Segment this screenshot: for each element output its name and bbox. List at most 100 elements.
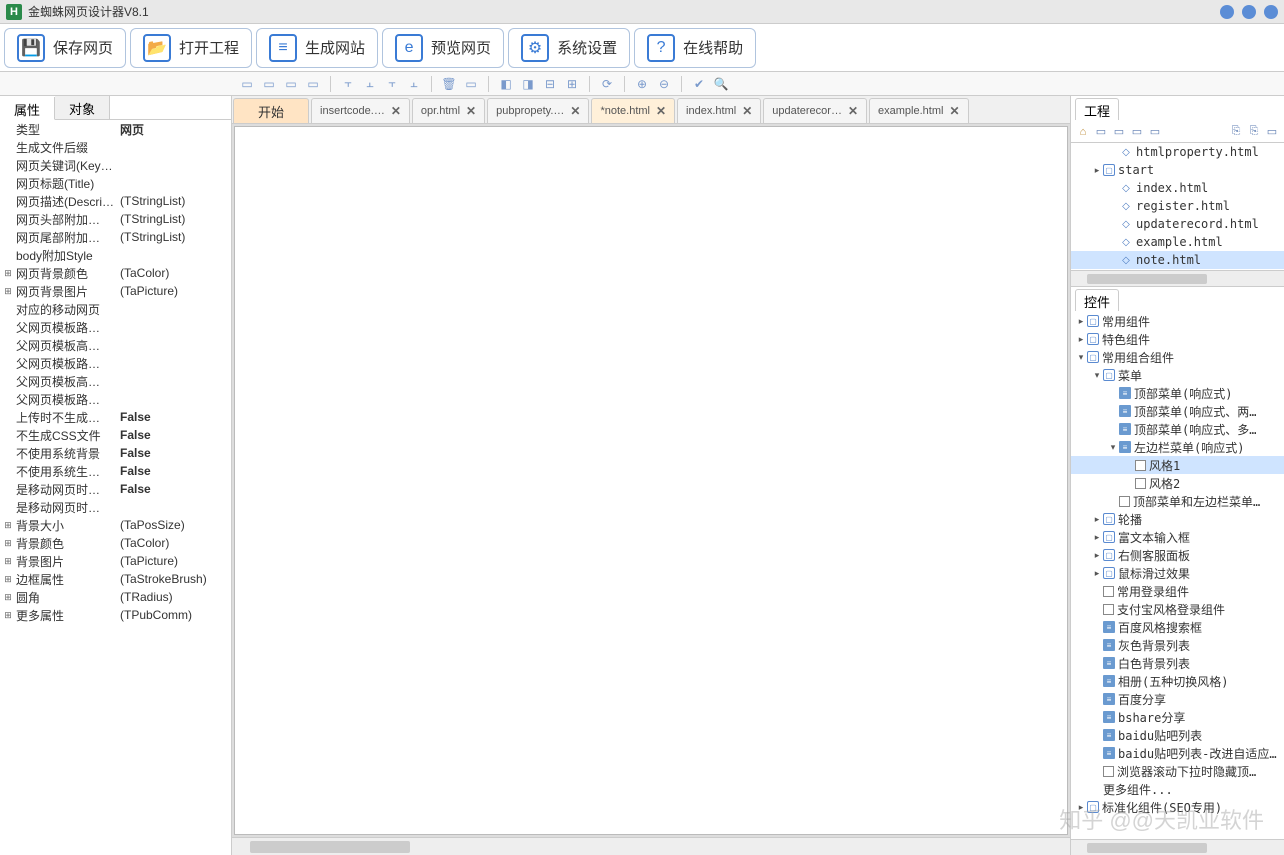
expand-icon[interactable]: ▸ — [1075, 334, 1087, 345]
tree-item[interactable]: ▸▢标准化组件(SEO专用) — [1071, 798, 1284, 816]
file-tab[interactable]: updaterecor…✕ — [763, 98, 867, 123]
tree-item[interactable]: ≡灰色背景列表 — [1071, 636, 1284, 654]
tool-icon[interactable]: ⟳ — [598, 76, 616, 92]
tab-objects[interactable]: 对象 — [55, 96, 110, 119]
property-row[interactable]: 类型网页 — [0, 120, 231, 138]
expand-icon[interactable]: ⊞ — [2, 268, 14, 279]
property-row[interactable]: 网页标题(Title) — [0, 174, 231, 192]
tree-item[interactable]: ≡顶部菜单(响应式、两… — [1071, 402, 1284, 420]
tree-item[interactable]: ▾▢常用组合组件 — [1071, 348, 1284, 366]
property-value[interactable]: 网页 — [118, 121, 229, 138]
tree-item[interactable]: ▸▢轮播 — [1071, 510, 1284, 528]
tree-item[interactable]: ≡baidu贴吧列表 — [1071, 726, 1284, 744]
property-value[interactable]: (TRadius) — [118, 590, 229, 604]
property-row[interactable]: ⊞背景大小(TaPosSize) — [0, 516, 231, 534]
expand-icon[interactable]: ▾ — [1075, 352, 1087, 363]
property-row[interactable]: ⊞圆角(TRadius) — [0, 588, 231, 606]
tool-icon[interactable]: ⊕ — [633, 76, 651, 92]
toolbar-button-3[interactable]: e预览网页 — [382, 28, 504, 68]
tree-item[interactable]: ◇updaterecord.html — [1071, 215, 1284, 233]
tree-item[interactable]: ◇htmlproperty.html — [1071, 143, 1284, 161]
minimize-button[interactable] — [1220, 5, 1234, 19]
delete-icon[interactable]: 🗑 — [440, 76, 458, 92]
close-icon[interactable]: ✕ — [466, 104, 476, 118]
align-left-icon[interactable]: ⫟ — [339, 76, 357, 92]
tree-item[interactable]: ▸▢富文本输入框 — [1071, 528, 1284, 546]
expand-icon[interactable]: ⊞ — [2, 592, 14, 603]
property-row[interactable]: 父网页模板高… — [0, 336, 231, 354]
toolbar-button-1[interactable]: 📂打开工程 — [130, 28, 252, 68]
property-row[interactable]: 网页头部附加…(TStringList) — [0, 210, 231, 228]
close-button[interactable] — [1264, 5, 1278, 19]
property-row[interactable]: 是移动网页时…False — [0, 480, 231, 498]
property-row[interactable]: body附加Style — [0, 246, 231, 264]
expand-icon[interactable]: ▸ — [1091, 568, 1103, 579]
file-tab[interactable]: insertcode.…✕ — [311, 98, 410, 123]
tree-item[interactable]: ◇register.html — [1071, 197, 1284, 215]
tree-item[interactable]: ≡白色背景列表 — [1071, 654, 1284, 672]
new-page-icon[interactable]: ▭ — [1093, 124, 1109, 140]
tool-icon[interactable]: ▭ — [462, 76, 480, 92]
close-icon[interactable]: ✕ — [391, 104, 401, 118]
property-value[interactable]: False — [118, 428, 229, 442]
controls-panel-title[interactable]: 控件 — [1075, 289, 1119, 311]
tree-item[interactable]: ≡百度分享 — [1071, 690, 1284, 708]
tool-icon[interactable]: ⊖ — [655, 76, 673, 92]
expand-icon[interactable]: ▸ — [1091, 532, 1103, 543]
property-row[interactable]: 父网页模板高… — [0, 372, 231, 390]
file-tab[interactable]: index.html✕ — [677, 98, 761, 123]
property-value[interactable]: False — [118, 464, 229, 478]
tree-item[interactable]: 风格2 — [1071, 474, 1284, 492]
start-tab[interactable]: 开始 — [233, 98, 309, 123]
toolbar-button-4[interactable]: ⚙系统设置 — [508, 28, 630, 68]
property-row[interactable]: ⊞背景图片(TaPicture) — [0, 552, 231, 570]
tree-item[interactable]: ≡顶部菜单(响应式、多… — [1071, 420, 1284, 438]
tree-item[interactable]: ▸▢右侧客服面板 — [1071, 546, 1284, 564]
tree-item[interactable]: ◇index.html — [1071, 179, 1284, 197]
tree-item[interactable]: 顶部菜单和左边栏菜单… — [1071, 492, 1284, 510]
property-row[interactable]: 是移动网页时… — [0, 498, 231, 516]
tool-icon[interactable]: ◧ — [497, 76, 515, 92]
close-icon[interactable]: ✕ — [949, 104, 959, 118]
align-bottom-icon[interactable]: ⫠ — [405, 76, 423, 92]
property-value[interactable]: (TaColor) — [118, 266, 229, 280]
property-row[interactable]: 父网页模板路… — [0, 390, 231, 408]
expand-icon[interactable]: ⊞ — [2, 538, 14, 549]
property-value[interactable]: False — [118, 482, 229, 496]
copy-icon[interactable]: ⎘ — [1246, 124, 1262, 140]
property-row[interactable]: ⊞背景颜色(TaColor) — [0, 534, 231, 552]
expand-icon[interactable]: ⊞ — [2, 610, 14, 621]
property-row[interactable]: 对应的移动网页 — [0, 300, 231, 318]
property-row[interactable]: 不使用系统生…False — [0, 462, 231, 480]
align-right-icon[interactable]: ⫠ — [361, 76, 379, 92]
property-value[interactable]: (TaPicture) — [118, 284, 229, 298]
property-row[interactable]: 父网页模板路… — [0, 354, 231, 372]
expand-icon[interactable]: ⊞ — [2, 286, 14, 297]
scrollbar[interactable] — [1071, 270, 1284, 286]
tool-icon[interactable]: ⊞ — [563, 76, 581, 92]
maximize-button[interactable] — [1242, 5, 1256, 19]
property-value[interactable]: (TaStrokeBrush) — [118, 572, 229, 586]
home-icon[interactable]: ⌂ — [1075, 124, 1091, 140]
tree-item[interactable]: 风格1 — [1071, 456, 1284, 474]
align-top-icon[interactable]: ⫟ — [383, 76, 401, 92]
tool-icon[interactable]: ✔ — [690, 76, 708, 92]
property-row[interactable]: 网页尾部附加…(TStringList) — [0, 228, 231, 246]
design-canvas[interactable] — [234, 126, 1068, 835]
tree-item[interactable]: ▾▢菜单 — [1071, 366, 1284, 384]
close-icon[interactable]: ✕ — [656, 104, 666, 118]
folder-icon[interactable]: ▭ — [1264, 124, 1280, 140]
property-value[interactable]: (TStringList) — [118, 230, 229, 244]
tree-item[interactable]: 浏览器滚动下拉时隐藏顶… — [1071, 762, 1284, 780]
tree-item[interactable]: ≡bshare分享 — [1071, 708, 1284, 726]
property-row[interactable]: ⊞网页背景图片(TaPicture) — [0, 282, 231, 300]
file-tab[interactable]: opr.html✕ — [412, 98, 485, 123]
expand-icon[interactable]: ▾ — [1107, 442, 1119, 453]
file-tab[interactable]: pubpropety.…✕ — [487, 98, 589, 123]
file-tab[interactable]: example.html✕ — [869, 98, 968, 123]
horizontal-scrollbar[interactable] — [232, 837, 1070, 855]
expand-icon[interactable]: ⊞ — [2, 574, 14, 585]
expand-icon[interactable]: ⊞ — [2, 520, 14, 531]
tree-item[interactable]: ▾≡左边栏菜单(响应式) — [1071, 438, 1284, 456]
tree-item[interactable]: ▸▢start — [1071, 161, 1284, 179]
